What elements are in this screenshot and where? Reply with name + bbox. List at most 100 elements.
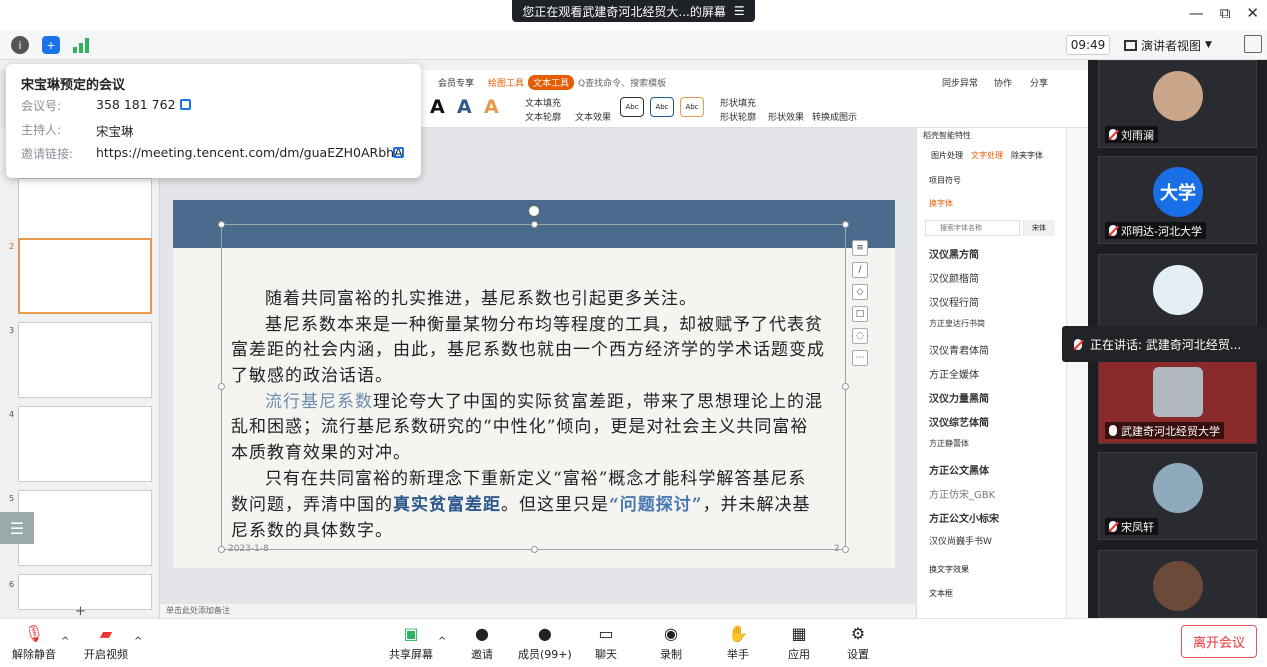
slide-paragraph-4b[interactable]: 数问题，弄清中国的真实贫富差距。但这里只是“问题探讨”，并未解决基 [231,490,811,515]
font-item[interactable]: 方正仿宋_GBK [929,486,995,501]
signal-icon[interactable] [73,37,91,53]
viewing-banner[interactable]: 您正在观看武建奇河北经贸大...的屏幕 ☰ [512,0,755,22]
record-button[interactable]: ◉ 录制 [659,623,683,662]
font-item[interactable]: 方正公文小标宋 [929,510,999,525]
ribbon-tab-draw[interactable]: 绘图工具 [488,76,524,89]
rotate-handle-icon[interactable] [528,205,540,217]
menu-icon[interactable]: ☰ [734,4,745,18]
section-text-effect[interactable]: 换文字效果 [929,564,969,575]
slide-paragraph-4c[interactable]: 尼系数的具体数字。 [231,516,393,541]
info-icon[interactable]: i [11,36,29,54]
collaborate-button[interactable]: 协作 [994,76,1012,89]
share-button[interactable]: 分享 [1030,76,1048,89]
ribbon-search[interactable]: Q查找命令、搜索模板 [578,76,666,89]
section-change-font[interactable]: 换字体 [929,198,953,209]
settings-button[interactable]: ⚙ 设置 [846,623,870,662]
shape-icon[interactable]: ◇ [852,284,868,300]
resize-handle[interactable] [531,546,538,553]
style-box-2[interactable]: Abc [650,97,674,117]
slide-thumbnail-active[interactable] [18,238,152,314]
share-screen-button[interactable]: ▣ 共享屏幕 [389,623,433,662]
slide-paragraph-3a[interactable]: 流行基尼系数理论夸大了中国的实际贫富差距，带来了思想理论上的混 [265,387,823,412]
text-fill-button[interactable]: 文本填充 [525,96,561,109]
participant-tile[interactable]: 大学 邓明达-河北大学 [1098,156,1257,244]
sync-status[interactable]: 同步异常 [942,76,978,89]
resize-handle[interactable] [218,546,225,553]
slide-thumbnail[interactable] [18,322,152,398]
slide-paragraph-2a[interactable]: 基尼系数本来是一种衡量某物分布均等程度的工具，却被赋予了代表贫 [265,310,823,335]
text-style-a-blue[interactable]: A [457,96,472,118]
members-button[interactable]: ● 成员(99+) [518,623,572,662]
apps-button[interactable]: ▦ 应用 [787,623,811,662]
style-box-3[interactable]: Abc [680,97,704,117]
text-style-a-orange[interactable]: A [484,96,499,118]
panel-tab-image[interactable]: 图片处理 [931,150,963,161]
slide-paragraph-1[interactable]: 随着共同富裕的扎实推进，基尼系数也引起更多关注。 [265,284,697,309]
ribbon-tab-text[interactable]: 文本工具 [528,75,575,90]
font-search-input[interactable] [925,220,1020,236]
font-item[interactable]: 汉仪黑方简 [929,246,979,261]
participant-tile[interactable]: 宋凤轩 [1098,452,1257,540]
shape-effect-button[interactable]: 形状效果 [768,110,804,123]
slide-paragraph-4a[interactable]: 只有在共同富裕的新理念下重新定义“富裕”概念才能科学解答基尼系 [265,464,806,489]
section-bullets[interactable]: 项目符号 [929,175,961,186]
pen-icon[interactable]: / [852,262,868,278]
slide-paragraph-2b[interactable]: 富差距的社会内涵，由此，基尼系数也就由一个西方经济学的学术话题变成 [231,335,825,360]
font-item[interactable]: 汉仪青君体简 [929,342,989,357]
font-item[interactable]: 方正全媛体 [929,366,979,381]
fullscreen-icon[interactable] [1244,35,1262,53]
panel-tab-font[interactable]: 除夹字体 [1011,150,1043,161]
font-item[interactable]: 汉仪力量黑简 [929,390,989,405]
minimize-icon[interactable]: — [1189,4,1204,22]
restore-icon[interactable]: ⧉ [1220,4,1231,22]
chevron-up-icon[interactable]: ^ [61,636,69,647]
font-item[interactable]: 方正公文黑体 [929,462,989,477]
crop-icon[interactable]: □ [852,306,868,322]
chevron-up-icon[interactable]: ^ [438,636,446,647]
shape-fill-button[interactable]: 形状填充 [720,96,756,109]
style-box-1[interactable]: Abc [620,97,644,117]
font-item[interactable]: 汉仪综艺体简 [929,414,989,429]
panel-tab-text[interactable]: 文字处理 [971,150,1003,161]
font-item[interactable]: 汉仪颜楷简 [929,270,979,285]
participant-tile[interactable]: 武建奇河北经贸大学 [1098,356,1257,444]
font-item[interactable]: 方正静蕾体 [929,438,969,449]
chat-button[interactable]: ▭ 聊天 [594,623,618,662]
section-textbox[interactable]: 文本框 [929,588,953,599]
resize-handle[interactable] [218,221,225,228]
slide-paragraph-3c[interactable]: 本质教育效果的对冲。 [231,438,411,463]
slide-thumbnail[interactable] [18,490,152,566]
resize-handle[interactable] [218,383,225,390]
mute-button[interactable]: 🎙 解除静音 [12,623,56,662]
leave-meeting-button[interactable]: 离开会议 [1181,625,1257,658]
video-button[interactable]: ▰ 开启视频 [84,623,128,662]
font-search-button[interactable]: 宋体 [1023,220,1055,236]
text-outline-button[interactable]: 文本轮廓 [525,110,561,123]
raise-hand-button[interactable]: ✋ 举手 [726,623,750,662]
participant-tile[interactable]: 刘雨澜 [1098,60,1257,148]
slide-thumbnail[interactable] [18,406,152,482]
close-icon[interactable]: ✕ [1246,4,1259,22]
slide-paragraph-3b[interactable]: 乱和困惑；流行基尼系数研究的“中性化”倾向，更是对社会主义共同富裕 [231,412,808,437]
notes-bar[interactable]: 单击此处添加备注 [160,604,915,618]
font-item[interactable]: 方正皇达行书简 [929,318,985,329]
bulb-icon[interactable]: ◌ [852,328,868,344]
shape-outline-button[interactable]: 形状轮廓 [720,110,756,123]
resize-handle[interactable] [842,383,849,390]
ribbon-tab-member[interactable]: 会员专享 [438,76,474,89]
chevron-up-icon[interactable]: ^ [134,636,142,647]
shield-icon[interactable]: + [42,36,60,54]
copy-link-icon[interactable] [393,147,404,158]
invite-button[interactable]: ● 邀请 [470,623,494,662]
resize-handle[interactable] [842,546,849,553]
add-slide-icon[interactable]: + [75,604,86,619]
layers-icon[interactable]: ≡ [852,240,868,256]
list-toggle-icon[interactable]: ☰ [0,512,34,544]
participant-tile[interactable] [1098,550,1257,618]
font-item[interactable]: 汉仪尚巍手书W [929,534,992,547]
copy-id-icon[interactable] [180,99,191,110]
text-effect-button[interactable]: 文本效果 [575,110,611,123]
invite-link-value[interactable]: https://meeting.tencent.com/dm/guaEZH0AR… [96,145,403,160]
more-icon[interactable]: ⋯ [852,350,868,366]
resize-handle[interactable] [842,221,849,228]
